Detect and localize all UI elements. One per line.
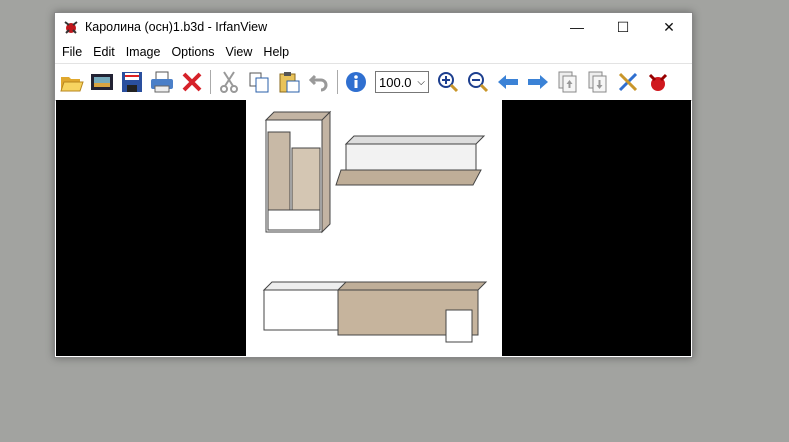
open-folder-icon[interactable]: [57, 67, 87, 97]
zoom-out-icon[interactable]: [463, 67, 493, 97]
menu-options[interactable]: Options: [166, 45, 219, 59]
menu-file[interactable]: File: [57, 45, 87, 59]
cut-icon[interactable]: [214, 67, 244, 97]
image-viewport: [56, 100, 691, 356]
paste-icon[interactable]: [274, 67, 304, 97]
menu-image[interactable]: Image: [121, 45, 166, 59]
irfanview-window: Каролина (осн)1.b3d - IrfanView — ☐ ✕ Fi…: [54, 12, 693, 358]
save-icon[interactable]: [117, 67, 147, 97]
menu-edit[interactable]: Edit: [88, 45, 120, 59]
window-title: Каролина (осн)1.b3d - IrfanView: [85, 20, 268, 34]
minimize-button[interactable]: —: [554, 13, 600, 41]
info-icon[interactable]: [341, 67, 371, 97]
settings-tools-icon[interactable]: [613, 67, 643, 97]
delete-icon[interactable]: [177, 67, 207, 97]
irfanview-logo-icon: [64, 21, 78, 34]
chevron-down-icon: ⌵: [417, 76, 425, 88]
print-icon[interactable]: [147, 67, 177, 97]
menu-help[interactable]: Help: [258, 45, 294, 59]
furniture-drawing-image: [246, 100, 502, 356]
last-page-icon[interactable]: [583, 67, 613, 97]
zoom-value: 100.0: [379, 74, 412, 90]
toolbar: 100.0 ⌵: [55, 63, 692, 101]
menu-bar: File Edit Image Options View Help: [55, 41, 692, 63]
toolbar-separator: [337, 70, 338, 94]
copy-icon[interactable]: [244, 67, 274, 97]
title-bar: Каролина (осн)1.b3d - IrfanView — ☐ ✕: [55, 13, 692, 41]
zoom-in-icon[interactable]: [433, 67, 463, 97]
previous-arrow-icon[interactable]: [493, 67, 523, 97]
close-button[interactable]: ✕: [646, 13, 692, 41]
menu-view[interactable]: View: [221, 45, 258, 59]
irfanview-about-icon[interactable]: [643, 67, 673, 97]
undo-icon[interactable]: [304, 67, 334, 97]
zoom-dropdown[interactable]: 100.0 ⌵: [375, 71, 429, 93]
first-page-icon[interactable]: [553, 67, 583, 97]
slideshow-icon[interactable]: [87, 67, 117, 97]
toolbar-separator: [210, 70, 211, 94]
maximize-button[interactable]: ☐: [600, 13, 646, 41]
next-arrow-icon[interactable]: [523, 67, 553, 97]
